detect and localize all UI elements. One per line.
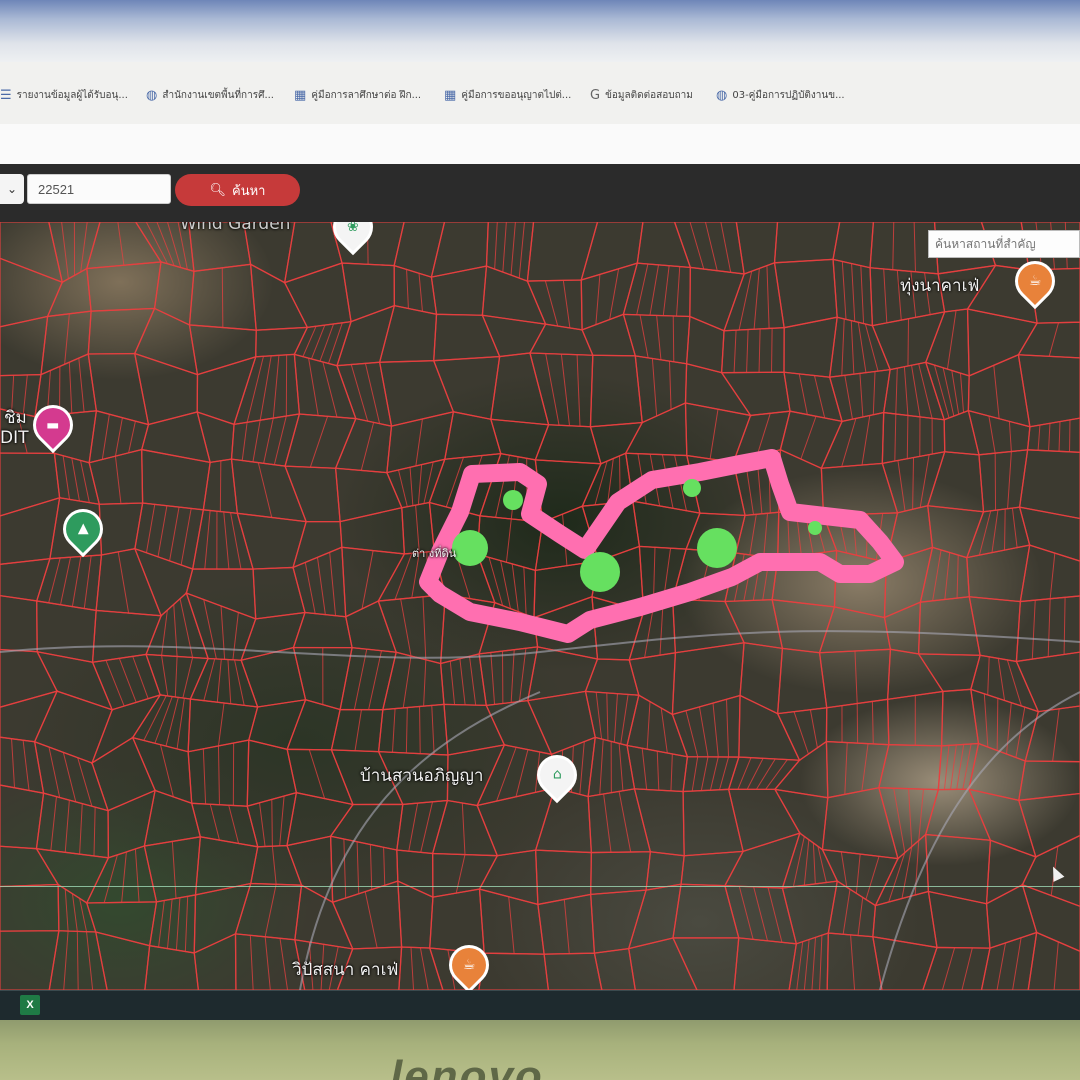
- map-label-center: ต่า งที่ดิน: [412, 547, 457, 560]
- page-header-area: [0, 124, 1080, 164]
- province-select[interactable]: ⌄: [0, 174, 24, 204]
- home-icon: ⌂: [552, 767, 562, 784]
- survey-marker[interactable]: [697, 528, 737, 568]
- google-icon: G: [590, 88, 601, 103]
- bookmarks-bar: ☰ รายงานข้อมูลผู้ได้รับอนุ... ◍ สำนักงาน…: [0, 62, 1080, 125]
- chevron-down-icon: ⌄: [6, 182, 18, 196]
- screen-glare-line: [0, 886, 1080, 887]
- map-view[interactable]: Wind Garden ❀ ทุ่งนาคาเฟ่ ☕ ชิม DIT ▬ ▲ …: [0, 222, 1080, 990]
- bookmark-4[interactable]: ▦ คู่มือการขออนุญาตไปต่...: [444, 88, 571, 103]
- survey-marker[interactable]: [580, 552, 620, 592]
- search-toolbar: ⌄ 🔍︎ ค้นหา: [0, 164, 1080, 222]
- parcel-code-input[interactable]: [27, 174, 171, 204]
- bookmark-2[interactable]: ◍ สำนักงานเขตพื้นที่การศึ...: [146, 88, 274, 103]
- survey-marker[interactable]: [503, 490, 523, 510]
- form-icon: ▦: [444, 88, 457, 103]
- survey-marker[interactable]: [452, 530, 488, 566]
- map-label-village: บ้านสวนอภิญญา: [360, 766, 484, 786]
- cafe-icon: ☕: [462, 957, 476, 973]
- map-label-left-place: ชิม: [4, 408, 27, 428]
- survey-marker[interactable]: [808, 521, 822, 535]
- map-label-top-right-cafe: ทุ่งนาคาเฟ่: [900, 276, 980, 296]
- browser-frame: [0, 0, 1080, 62]
- list-icon: ☰: [0, 88, 12, 103]
- bookmark-3[interactable]: ▦ คู่มือการลาศึกษาต่อ ฝึก...: [294, 88, 421, 103]
- screen: ☰ รายงานข้อมูลผู้ได้รับอนุ... ◍ สำนักงาน…: [0, 0, 1080, 1080]
- bookmark-1[interactable]: ☰ รายงานข้อมูลผู้ได้รับอนุ...: [0, 88, 128, 103]
- highlight-area-outline: [419, 449, 904, 643]
- globe-icon: ◍: [146, 88, 158, 103]
- cafe-icon: ☕: [1028, 273, 1042, 289]
- search-button[interactable]: 🔍︎ ค้นหา: [175, 174, 300, 206]
- park-icon: ❀: [347, 222, 359, 236]
- map-label-wind-garden: Wind Garden: [180, 222, 291, 234]
- tent-icon: ▲: [77, 521, 89, 537]
- bookmark-5[interactable]: G ข้อมูลติดต่อสอบถาม: [590, 88, 693, 103]
- survey-marker[interactable]: [683, 479, 701, 497]
- map-label-bottom-cafe: วิปัสสนา คาเฟ่: [292, 960, 399, 980]
- highlight-overlay: [419, 449, 904, 643]
- taskbar: X: [0, 990, 1080, 1021]
- place-search-input[interactable]: [928, 230, 1080, 258]
- globe-icon: ◍: [716, 88, 728, 103]
- bookmark-6[interactable]: ◍ 03-คู่มือการปฏิบัติงานข...: [716, 88, 845, 103]
- brand-logo: lenovo: [390, 1052, 544, 1080]
- form-icon: ▦: [294, 88, 307, 103]
- search-icon: 🔍︎: [209, 182, 227, 198]
- bed-icon: ▬: [46, 417, 60, 434]
- map-label-left-place-sub: DIT: [0, 428, 29, 448]
- excel-icon[interactable]: X: [20, 995, 40, 1015]
